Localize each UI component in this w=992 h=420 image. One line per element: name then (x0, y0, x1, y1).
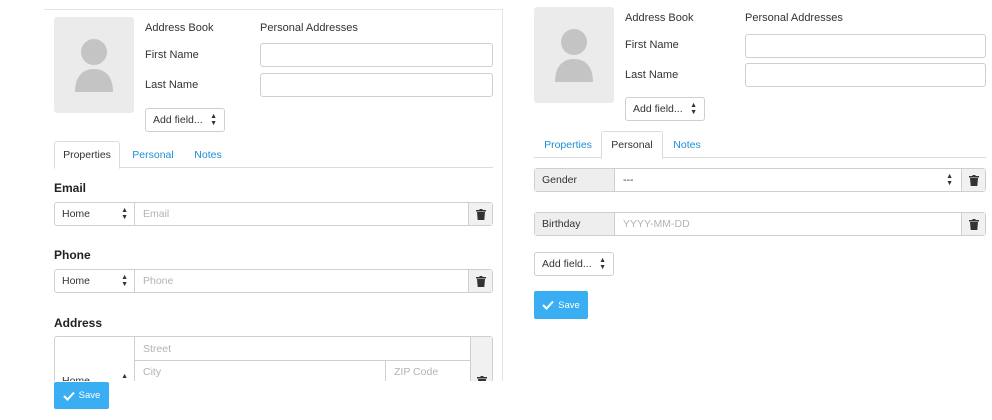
caret-updown-icon: ▲▼ (946, 173, 953, 187)
left-save-label: Save (78, 390, 101, 401)
left-save-button[interactable]: Save (54, 382, 109, 409)
contact-photo[interactable] (534, 7, 614, 103)
first-name-label: First Name (625, 39, 679, 51)
address-book-value: Personal Addresses (260, 22, 358, 34)
right-save-label: Save (558, 299, 580, 311)
email-row: Home ▲ ▼ Email (54, 202, 493, 226)
right-tabs: Properties Personal Notes (534, 131, 986, 159)
caret-updown-icon: ▲▼ (210, 113, 217, 127)
birthday-row: Birthday YYYY-MM-DD (534, 212, 986, 236)
add-field-label: Add field... (633, 103, 683, 115)
gender-select[interactable]: --- ▲ ▼ (615, 169, 961, 191)
caret-updown-icon: ▲▼ (121, 274, 128, 288)
delete-birthday-button[interactable] (961, 213, 985, 235)
address-book-label: Address Book (625, 12, 694, 24)
check-icon (62, 391, 75, 401)
birthday-input[interactable]: YYYY-MM-DD (615, 213, 961, 235)
caret-updown-icon: ▲▼ (121, 207, 128, 221)
tab-notes[interactable]: Notes (665, 131, 709, 158)
email-heading: Email (54, 181, 87, 195)
add-field-label: Add field... (153, 114, 203, 126)
add-field-button[interactable]: Add field... ▲ ▼ (145, 108, 225, 132)
user-avatar-icon (75, 39, 113, 92)
caret-updown-icon: ▲▼ (690, 102, 697, 116)
first-name-label: First Name (145, 49, 199, 61)
phone-input[interactable]: Phone (135, 270, 468, 292)
tab-personal[interactable]: Personal (124, 141, 182, 168)
gender-value: --- (623, 174, 634, 186)
right-contact-form: Address Book Personal Addresses First Na… (534, 0, 986, 330)
last-name-label: Last Name (145, 79, 199, 91)
email-type-select[interactable]: Home ▲ ▼ (55, 203, 135, 225)
contact-photo[interactable] (54, 17, 134, 113)
last-name-input[interactable] (745, 63, 986, 87)
delete-gender-button[interactable] (961, 169, 985, 191)
first-name-input[interactable] (745, 34, 986, 58)
tab-personal[interactable]: Personal (601, 131, 663, 159)
caret-updown-icon: ▲▼ (121, 373, 128, 381)
left-contact-form: Address Book Personal Addresses First Na… (44, 9, 503, 381)
add-field-bottom-button[interactable]: Add field... ▲ ▼ (534, 252, 614, 276)
user-avatar-icon (555, 29, 593, 82)
email-input[interactable]: Email (135, 203, 468, 225)
first-name-input[interactable] (260, 43, 493, 67)
check-icon (542, 300, 554, 310)
zip-input[interactable]: ZIP Code (386, 361, 470, 381)
trash-icon (475, 275, 486, 287)
address-type-select[interactable]: Home ▲▼ (55, 337, 135, 381)
trash-icon (475, 208, 486, 220)
tab-properties[interactable]: Properties (536, 131, 600, 158)
gender-label: Gender (535, 169, 615, 191)
address-heading: Address (54, 316, 103, 330)
tab-properties[interactable]: Properties (54, 141, 120, 169)
right-save-button[interactable]: Save (534, 291, 588, 319)
caret-updown-icon: ▲▼ (599, 257, 606, 271)
gender-row: Gender --- ▲ ▼ (534, 168, 986, 192)
trash-icon (968, 218, 979, 230)
email-type-value: Home (62, 208, 91, 220)
address-group: Home ▲▼ Street City ZIP Code (54, 336, 493, 381)
last-name-input[interactable] (260, 73, 493, 97)
tab-notes[interactable]: Notes (186, 141, 230, 168)
delete-phone-button[interactable] (468, 270, 492, 292)
phone-heading: Phone (54, 248, 91, 262)
trash-icon (968, 174, 979, 186)
phone-type-value: Home (62, 275, 91, 287)
city-input[interactable]: City (135, 361, 386, 381)
left-tabs: Properties Personal Notes (54, 141, 493, 169)
delete-email-button[interactable] (468, 203, 492, 225)
address-book-label: Address Book (145, 22, 214, 34)
trash-icon (476, 376, 487, 381)
phone-type-select[interactable]: Home ▲ ▼ (55, 270, 135, 292)
delete-address-button[interactable] (470, 337, 492, 381)
phone-row: Home ▲ ▼ Phone (54, 269, 493, 293)
street-input[interactable]: Street (135, 337, 470, 361)
add-field-bottom-label: Add field... (542, 258, 592, 270)
last-name-label: Last Name (625, 69, 679, 81)
add-field-button[interactable]: Add field... ▲ ▼ (625, 97, 705, 121)
address-book-value: Personal Addresses (745, 12, 843, 24)
address-type-value: Home (62, 375, 91, 381)
birthday-label: Birthday (535, 213, 615, 235)
